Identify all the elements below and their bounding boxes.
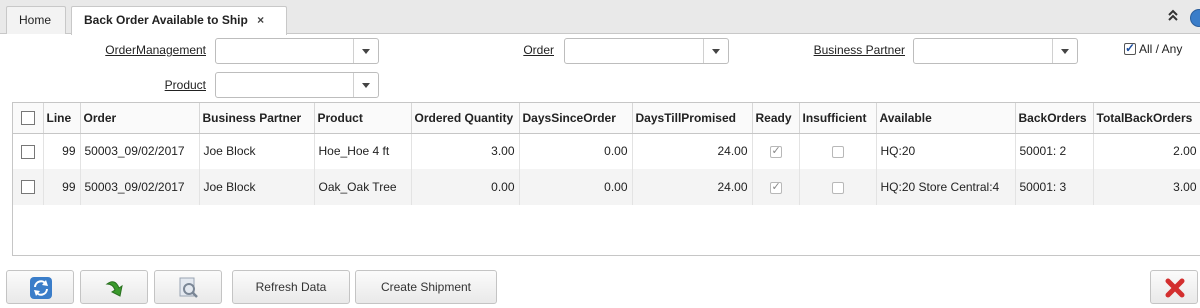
business-partner-input[interactable] (914, 39, 1053, 63)
results-table: Line Order Business Partner Product Orde… (13, 103, 1200, 205)
business-partner-combo[interactable] (913, 38, 1078, 64)
ready-checkbox (769, 180, 782, 194)
ready-cell (752, 169, 800, 205)
product-combo[interactable] (215, 72, 379, 98)
ready-cell (752, 133, 800, 169)
insufficient-checkbox (831, 181, 844, 194)
order-label: Order (523, 43, 554, 57)
tab-back-order-label: Back Order Available to Ship (84, 13, 248, 27)
row-select-cell[interactable] (13, 133, 44, 169)
col-days-since-order[interactable]: DaysSinceOrder (519, 103, 633, 134)
zoom-button[interactable] (154, 270, 222, 304)
create-shipment-button[interactable]: Create Shipment (355, 270, 497, 304)
row-select-cell[interactable] (13, 169, 44, 205)
col-insufficient[interactable]: Insufficient (799, 103, 877, 134)
order-management-combo[interactable] (215, 38, 379, 64)
order-combo[interactable] (564, 38, 729, 64)
col-business-partner[interactable]: Business Partner (199, 103, 315, 134)
days-since-order-cell: 0.00 (519, 169, 633, 205)
row-select-checkbox[interactable] (20, 180, 35, 195)
zoom-icon (179, 277, 198, 298)
col-ordered-quantity[interactable]: Ordered Quantity (411, 103, 520, 134)
results-grid: Line Order Business Partner Product Orde… (12, 102, 1200, 256)
total-back-orders-cell: 3.00 (1093, 169, 1200, 205)
line-cell: 99 (43, 169, 81, 205)
process-button[interactable] (80, 270, 148, 304)
product-label: Product (164, 78, 206, 92)
cancel-button[interactable] (1150, 270, 1198, 304)
tab-home-label: Home (19, 13, 52, 27)
days-till-promised-cell: 24.00 (632, 133, 753, 169)
ready-checkbox (769, 144, 782, 159)
red-x-icon (1165, 278, 1185, 298)
business-partner-label: Business Partner (813, 43, 905, 57)
order-input[interactable] (565, 39, 704, 63)
table-row[interactable]: 99 50003_09/02/2017 Joe Block Hoe_Hoe 4 … (13, 133, 1200, 169)
col-total-back-orders[interactable]: TotalBackOrders (1093, 103, 1200, 134)
chevron-down-icon[interactable] (354, 73, 378, 97)
all-any-checkbox[interactable] (1124, 41, 1136, 55)
line-cell: 99 (43, 133, 81, 169)
all-any-label: All / Any (1139, 42, 1183, 56)
select-all-checkbox[interactable] (20, 111, 35, 126)
insufficient-cell (799, 169, 877, 205)
chevron-down-icon[interactable] (354, 39, 378, 63)
ordered-quantity-cell: 3.00 (411, 133, 520, 169)
total-back-orders-cell: 2.00 (1093, 133, 1200, 169)
days-till-promised-cell: 24.00 (632, 169, 753, 205)
business-partner-cell: Joe Block (199, 169, 315, 205)
available-cell: HQ:20 (876, 133, 1016, 169)
col-back-orders[interactable]: BackOrders (1015, 103, 1094, 134)
col-days-till-promised[interactable]: DaysTillPromised (632, 103, 753, 134)
col-order[interactable]: Order (80, 103, 200, 134)
all-any-toggle[interactable]: All / Any (1124, 41, 1183, 56)
refresh-button[interactable] (6, 270, 74, 304)
tab-bar: Home Back Order Available to Ship × (0, 0, 1200, 35)
table-row[interactable]: 99 50003_09/02/2017 Joe Block Oak_Oak Tr… (13, 169, 1200, 205)
tab-back-order[interactable]: Back Order Available to Ship × (71, 6, 287, 35)
select-all-header[interactable] (13, 103, 44, 134)
refresh-icon (30, 277, 52, 299)
col-product[interactable]: Product (314, 103, 412, 134)
days-since-order-cell: 0.00 (519, 133, 633, 169)
order-management-input[interactable] (216, 39, 354, 63)
close-tab-icon[interactable]: × (257, 13, 264, 27)
order-cell: 50003_09/02/2017 (80, 133, 200, 169)
order-cell: 50003_09/02/2017 (80, 169, 200, 205)
table-header-row: Line Order Business Partner Product Orde… (13, 103, 1200, 134)
col-ready[interactable]: Ready (752, 103, 800, 134)
collapse-icon[interactable] (1167, 8, 1179, 26)
insufficient-cell (799, 133, 877, 169)
chevron-down-icon[interactable] (704, 39, 728, 63)
help-icon[interactable] (1190, 9, 1200, 27)
tab-home[interactable]: Home (6, 6, 66, 34)
product-cell: Hoe_Hoe 4 ft (314, 133, 412, 169)
order-management-label: OrderManagement (105, 43, 206, 57)
refresh-data-button[interactable]: Refresh Data (232, 270, 350, 304)
business-partner-cell: Joe Block (199, 133, 315, 169)
row-select-checkbox[interactable] (20, 144, 35, 159)
chevron-down-icon[interactable] (1053, 39, 1077, 63)
product-cell: Oak_Oak Tree (314, 169, 412, 205)
product-input[interactable] (216, 73, 354, 97)
available-cell: HQ:20 Store Central:4 (876, 169, 1016, 205)
insufficient-checkbox (831, 146, 844, 159)
green-arrow-icon (105, 281, 123, 297)
col-available[interactable]: Available (876, 103, 1016, 134)
back-orders-cell: 50001: 3 (1015, 169, 1094, 205)
ordered-quantity-cell: 0.00 (411, 169, 520, 205)
back-orders-cell: 50001: 2 (1015, 133, 1094, 169)
col-line[interactable]: Line (43, 103, 81, 134)
